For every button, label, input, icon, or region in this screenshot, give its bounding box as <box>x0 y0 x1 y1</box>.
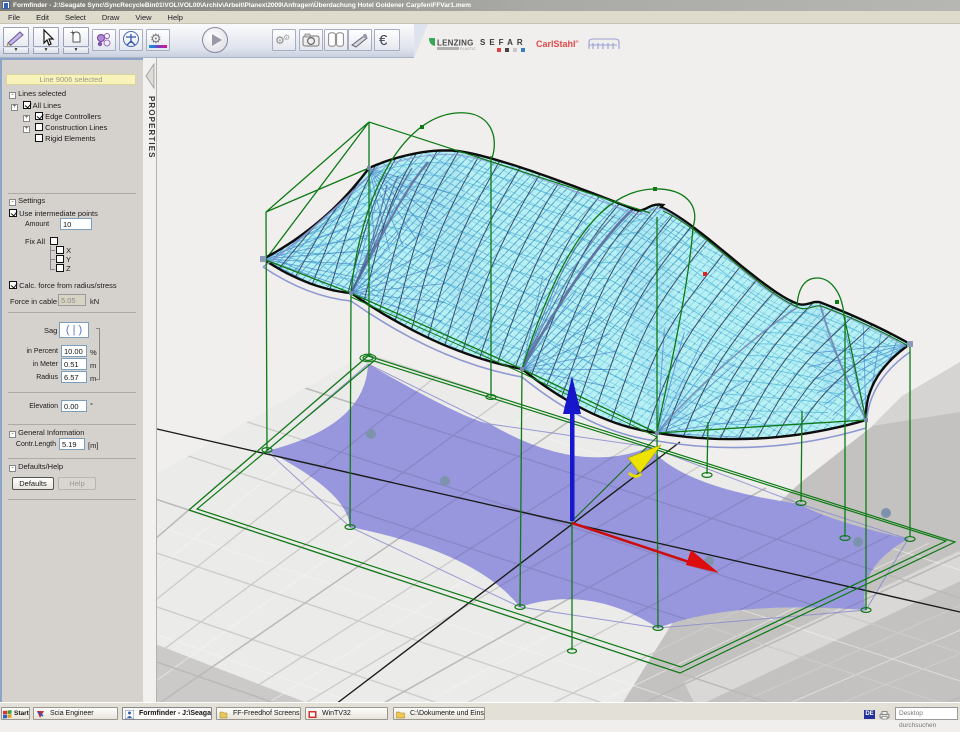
svg-text:SEFAR: SEFAR <box>480 38 527 47</box>
svg-text:⚙: ⚙ <box>283 33 290 42</box>
svg-text:€: € <box>379 32 388 49</box>
svg-text:⚙: ⚙ <box>150 31 162 46</box>
svg-text:PLASTICS: PLASTICS <box>460 47 476 51</box>
svg-text:+: + <box>70 28 75 37</box>
